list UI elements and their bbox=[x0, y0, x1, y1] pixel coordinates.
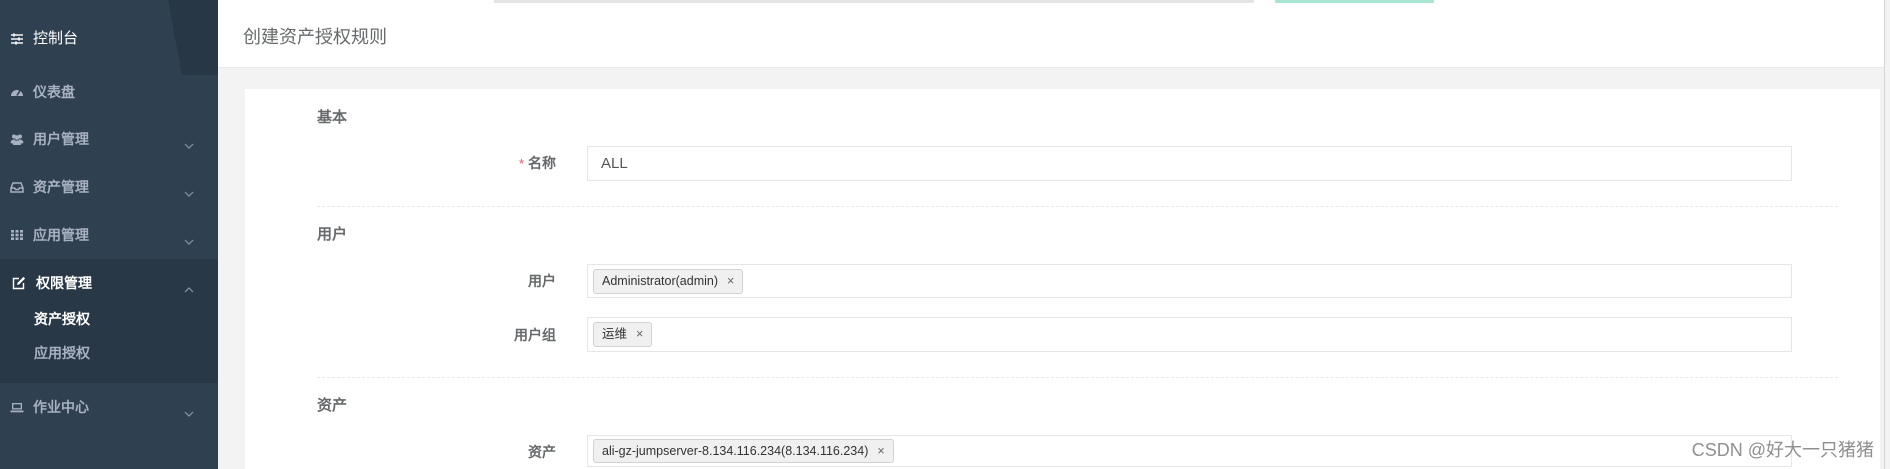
tag-label: 运维 bbox=[602, 327, 628, 341]
required-mark: * bbox=[518, 156, 524, 171]
sidebar-item-label: 作业中心 bbox=[33, 399, 89, 415]
dashboard-icon bbox=[10, 85, 24, 99]
section-heading-user: 用户 bbox=[317, 226, 348, 243]
sidebar-item-app-management[interactable]: 应用管理 bbox=[0, 213, 218, 257]
page-header: 创建资产授权规则 bbox=[218, 10, 1884, 68]
inbox-icon bbox=[10, 180, 24, 194]
form-panel: 基本 * 名称 用户 用户 Administrator(admin) × 用户组 运… bbox=[245, 89, 1880, 469]
sidebar: 控制台 仪表盘 用户管理 资产管理 应用管理 权限管理 资产授权 应用授权 作业… bbox=[0, 0, 218, 469]
users-select[interactable]: Administrator(admin) × bbox=[587, 264, 1792, 298]
edit-icon bbox=[12, 276, 26, 290]
assets-field-label: 资产 bbox=[528, 444, 556, 460]
name-label-text: 名称 bbox=[528, 155, 556, 171]
sidebar-item-label: 应用管理 bbox=[33, 227, 89, 243]
chevron-down-icon bbox=[184, 136, 194, 149]
sidebar-item-permission-management[interactable]: 权限管理 bbox=[0, 261, 218, 305]
users-field-label: 用户 bbox=[528, 273, 556, 289]
sidebar-item-label: 仪表盘 bbox=[33, 84, 75, 100]
page-title: 创建资产授权规则 bbox=[243, 27, 387, 47]
section-divider bbox=[317, 206, 1838, 207]
grid-icon bbox=[10, 228, 24, 242]
sidebar-header-label: 控制台 bbox=[33, 30, 79, 47]
sidebar-item-label: 权限管理 bbox=[36, 275, 92, 291]
chevron-down-icon bbox=[184, 404, 194, 417]
chevron-down-icon bbox=[184, 232, 194, 245]
sidebar-item-job-center[interactable]: 作业中心 bbox=[0, 385, 218, 429]
selected-tag: 运维 × bbox=[593, 322, 653, 347]
section-heading-asset: 资产 bbox=[317, 397, 348, 414]
navbar-content-cutoff bbox=[494, 0, 1254, 3]
top-navbar-cutoff bbox=[218, 0, 1884, 10]
sidebar-item-user-management[interactable]: 用户管理 bbox=[0, 117, 218, 161]
sidebar-item-dashboard[interactable]: 仪表盘 bbox=[0, 70, 218, 114]
sliders-icon bbox=[10, 32, 24, 46]
sidebar-group-permission-management: 权限管理 资产授权 应用授权 bbox=[0, 259, 218, 383]
section-heading-basic: 基本 bbox=[317, 109, 348, 126]
app-window: 控制台 仪表盘 用户管理 资产管理 应用管理 权限管理 资产授权 应用授权 作业… bbox=[0, 0, 1890, 469]
sidebar-subitem-app-permission[interactable]: 应用授权 bbox=[34, 343, 90, 363]
user-groups-select[interactable]: 运维 × bbox=[587, 317, 1792, 352]
scrollbar-edge bbox=[1884, 0, 1885, 469]
section-divider bbox=[317, 377, 1838, 378]
sidebar-subitem-asset-permission[interactable]: 资产授权 bbox=[34, 309, 90, 329]
user-groups-field-label: 用户组 bbox=[514, 327, 556, 343]
assets-select[interactable]: ali-gz-jumpserver-8.134.116.234(8.134.11… bbox=[587, 435, 1792, 467]
tag-label: Administrator(admin) bbox=[602, 274, 719, 288]
selected-tag: ali-gz-jumpserver-8.134.116.234(8.134.11… bbox=[593, 439, 894, 463]
name-input[interactable] bbox=[587, 146, 1792, 181]
sidebar-item-label: 用户管理 bbox=[33, 131, 89, 147]
header-decoration bbox=[168, 0, 218, 75]
laptop-icon bbox=[10, 400, 24, 414]
selected-tag: Administrator(admin) × bbox=[593, 269, 744, 294]
tag-remove-button[interactable]: × bbox=[636, 323, 643, 346]
chevron-down-icon bbox=[184, 184, 194, 197]
watermark: CSDN @好大一只猪猪 bbox=[1691, 440, 1874, 460]
navbar-button-cutoff bbox=[1275, 0, 1434, 3]
users-icon bbox=[10, 132, 24, 146]
sidebar-item-label: 资产管理 bbox=[33, 179, 89, 195]
name-field-label: * 名称 bbox=[426, 153, 556, 173]
tag-remove-button[interactable]: × bbox=[727, 270, 734, 293]
sidebar-header-console[interactable]: 控制台 bbox=[0, 0, 218, 75]
chevron-up-icon bbox=[184, 280, 194, 293]
tag-label: ali-gz-jumpserver-8.134.116.234(8.134.11… bbox=[602, 444, 869, 458]
sidebar-item-asset-management[interactable]: 资产管理 bbox=[0, 165, 218, 209]
tag-remove-button[interactable]: × bbox=[877, 440, 884, 462]
